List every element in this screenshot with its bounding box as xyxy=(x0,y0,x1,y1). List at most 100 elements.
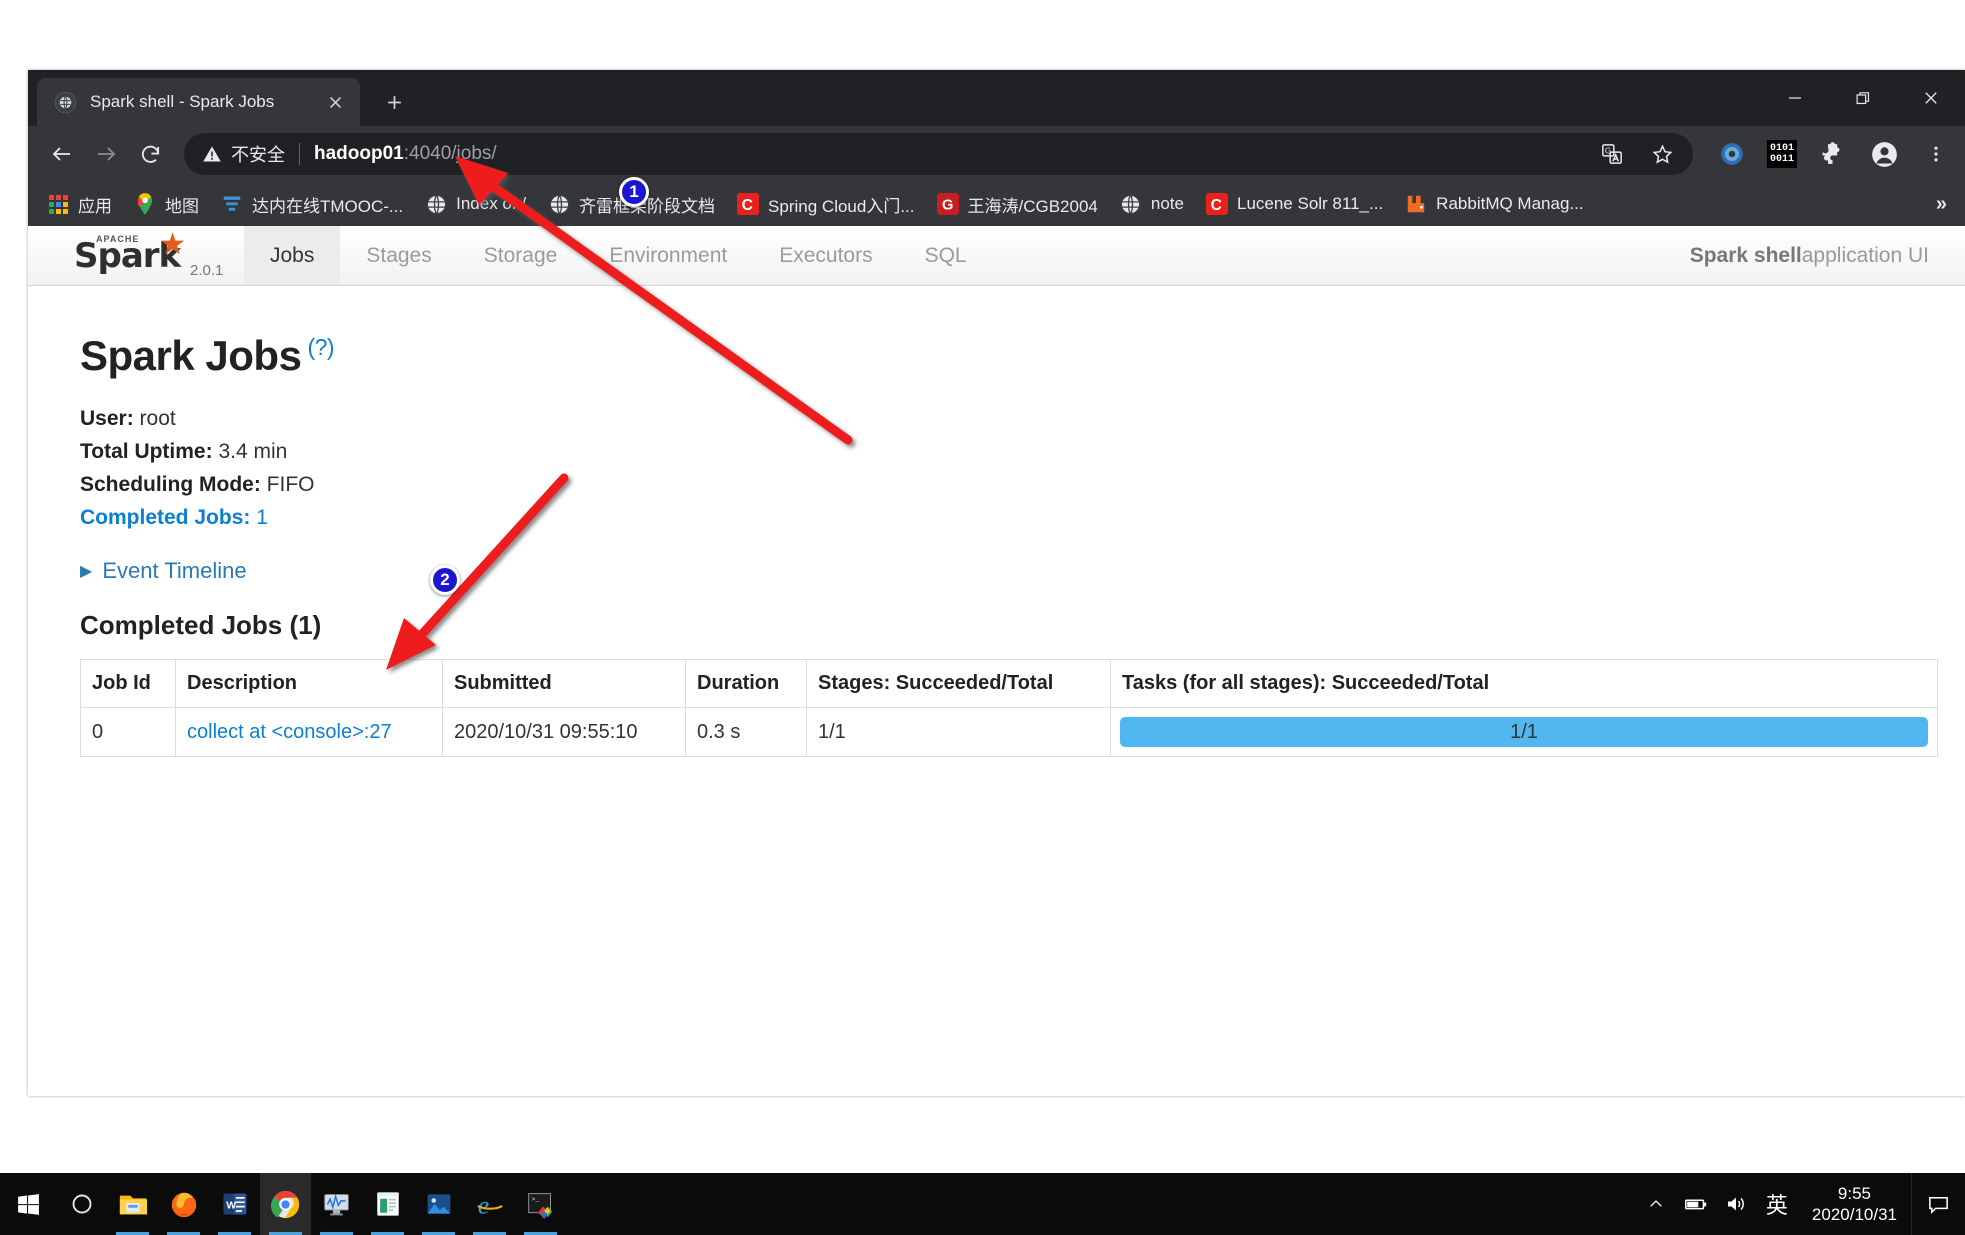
browser-toolbar: 不安全 hadoop01:4040/jobs/ G 0101 0011 xyxy=(28,126,1965,182)
back-button[interactable] xyxy=(40,132,84,176)
browser-tab[interactable]: Spark shell - Spark Jobs xyxy=(37,78,360,126)
terminal-icon[interactable]: >_ xyxy=(515,1173,566,1235)
column-header-duration[interactable]: Duration xyxy=(685,659,807,708)
bookmark-star-icon[interactable] xyxy=(1645,137,1679,171)
bookmark-tmooc[interactable]: 达内在线TMOOC-... xyxy=(210,187,414,221)
bookmark-note[interactable]: note xyxy=(1109,187,1195,221)
globe-icon xyxy=(55,91,76,113)
spark-navbar: APACHE Spark ★ 2.0.1 Jobs Stages Storage… xyxy=(28,226,1965,286)
close-icon[interactable] xyxy=(322,89,348,115)
application-ui-label: Spark shell application UI xyxy=(1690,226,1929,286)
taskbar-clock[interactable]: 9:55 2020/10/31 xyxy=(1798,1183,1911,1225)
nav-item-stages[interactable]: Stages xyxy=(340,226,457,285)
cell-submitted: 2020/10/31 09:55:10 xyxy=(442,707,686,757)
bookmark-label: 王海涛/CGB2004 xyxy=(967,196,1098,216)
extension-icons: 0101 0011 xyxy=(1703,137,1953,171)
bookmark-label: 应用 xyxy=(78,196,112,216)
bookmark-rabbitmq[interactable]: RabbitMQ Manag... xyxy=(1394,187,1594,221)
minimize-button[interactable] xyxy=(1761,70,1829,126)
summary-value: 3.4 min xyxy=(212,440,288,463)
bookmark-gitee-cgb2004[interactable]: G 王海涛/CGB2004 xyxy=(926,187,1109,221)
window-controls xyxy=(1761,70,1965,126)
bookmark-lucene-solr[interactable]: C Lucene Solr 811_... xyxy=(1195,187,1394,221)
chevron-up-icon[interactable] xyxy=(1636,1173,1676,1235)
volume-icon[interactable] xyxy=(1716,1173,1756,1235)
address-bar[interactable]: 不安全 hadoop01:4040/jobs/ G xyxy=(184,133,1693,175)
binary-extension-line1: 0101 xyxy=(1769,143,1794,154)
url-text: hadoop01:4040/jobs/ xyxy=(314,143,497,165)
battery-icon[interactable] xyxy=(1676,1173,1716,1235)
maximize-restore-button[interactable] xyxy=(1829,70,1897,126)
chevron-right-icon: ▶ xyxy=(80,563,93,580)
notepad-app-icon[interactable] xyxy=(362,1173,413,1235)
summary-label: Completed Jobs: xyxy=(80,506,251,529)
notification-icon[interactable] xyxy=(1911,1173,1965,1235)
spark-brand[interactable]: APACHE Spark ★ 2.0.1 xyxy=(28,226,244,285)
word-icon[interactable]: W xyxy=(209,1173,260,1235)
bookmark-label: note xyxy=(1150,194,1184,213)
svg-text:G: G xyxy=(942,198,953,214)
nav-label: SQL xyxy=(924,243,967,267)
column-header-job-id[interactable]: Job Id xyxy=(80,659,176,708)
reload-button[interactable] xyxy=(128,132,172,176)
nav-label: Stages xyxy=(366,243,432,267)
monitor-app-icon[interactable] xyxy=(311,1173,362,1235)
column-header-stages[interactable]: Stages: Succeeded/Total xyxy=(806,659,1111,708)
binary-extension-icon[interactable]: 0101 0011 xyxy=(1767,140,1797,168)
nav-label: Jobs xyxy=(270,243,315,267)
firefox-icon[interactable] xyxy=(158,1173,209,1235)
bookmark-spring-cloud[interactable]: C Spring Cloud入门... xyxy=(726,187,925,221)
new-tab-button[interactable] xyxy=(374,82,414,122)
windows-taskbar: W e >_ 英 9:55 2020/10/31 xyxy=(0,1173,1965,1235)
extensions-puzzle-icon[interactable] xyxy=(1815,137,1849,171)
nav-item-storage[interactable]: Storage xyxy=(458,226,584,285)
extension-blue-circle-icon[interactable] xyxy=(1715,137,1749,171)
nav-item-executors[interactable]: Executors xyxy=(753,226,898,285)
app-ui-suffix: application UI xyxy=(1801,244,1929,267)
summary-uptime: Total Uptime: 3.4 min xyxy=(80,437,1965,470)
csdn-icon: C xyxy=(737,193,760,215)
csdn-icon: C xyxy=(1205,193,1228,215)
nav-item-jobs[interactable]: Jobs xyxy=(244,226,341,285)
globe-icon xyxy=(1120,193,1142,215)
photos-icon[interactable] xyxy=(413,1173,464,1235)
table-header-row: Job Id Description Submitted Duration St… xyxy=(80,659,1938,708)
cell-stages: 1/1 xyxy=(806,707,1111,757)
google-maps-pin-icon xyxy=(134,193,156,215)
internet-explorer-icon[interactable]: e xyxy=(464,1173,515,1235)
column-header-tasks[interactable]: Tasks (for all stages): Succeeded/Total xyxy=(1110,659,1938,708)
help-icon[interactable]: (?) xyxy=(307,334,334,361)
profile-avatar-icon[interactable] xyxy=(1867,137,1901,171)
spark-nav-items: Jobs Stages Storage Environment Executor… xyxy=(244,226,993,285)
summary-label: Scheduling Mode: xyxy=(80,473,261,496)
translate-icon[interactable]: G xyxy=(1595,137,1629,171)
summary-scheduling-mode: Scheduling Mode: FIFO xyxy=(80,470,1965,503)
bookmark-apps[interactable]: 应用 xyxy=(36,187,123,221)
annotation-marker-2: 2 xyxy=(430,565,460,595)
bookmark-label: Index of / xyxy=(456,194,527,213)
file-explorer-icon[interactable] xyxy=(107,1173,158,1235)
gitee-icon: G xyxy=(936,193,959,215)
globe-icon xyxy=(548,193,570,215)
ime-indicator[interactable]: 英 xyxy=(1756,1188,1798,1220)
forward-button[interactable] xyxy=(84,132,128,176)
nav-item-sql[interactable]: SQL xyxy=(899,226,993,285)
column-header-submitted[interactable]: Submitted xyxy=(442,659,686,708)
job-description-link[interactable]: collect at <console>:27 xyxy=(187,721,392,743)
bookmark-index-of[interactable]: Index of / xyxy=(414,187,537,221)
page-title-text: Spark Jobs xyxy=(80,332,302,379)
chrome-icon[interactable] xyxy=(260,1173,311,1235)
omnibox-actions: G xyxy=(1595,137,1679,171)
summary-completed-jobs[interactable]: Completed Jobs: 1 xyxy=(80,503,1965,536)
bookmark-maps[interactable]: 地图 xyxy=(123,187,210,221)
start-button[interactable] xyxy=(0,1173,56,1235)
bookmarks-overflow-button[interactable]: » xyxy=(1936,193,1947,216)
close-window-button[interactable] xyxy=(1897,70,1965,126)
nav-item-environment[interactable]: Environment xyxy=(583,226,753,285)
event-timeline-toggle[interactable]: ▶ Event Timeline xyxy=(80,558,1965,584)
svg-text:C: C xyxy=(742,197,753,214)
chrome-menu-icon[interactable] xyxy=(1919,137,1953,171)
column-header-description[interactable]: Description xyxy=(175,659,443,708)
cortana-search-icon[interactable] xyxy=(56,1173,107,1235)
page-title: Spark Jobs (?) xyxy=(80,332,1965,380)
